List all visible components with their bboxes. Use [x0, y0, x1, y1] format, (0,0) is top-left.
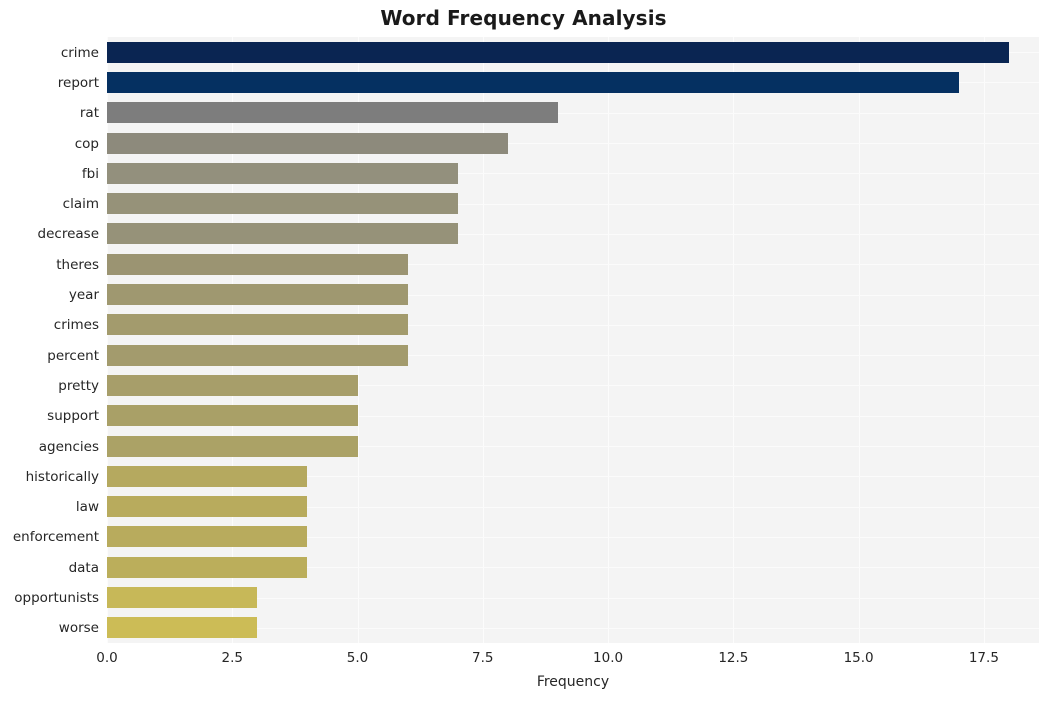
y-tick-label: agencies [38, 438, 99, 455]
bar [107, 133, 508, 154]
bar [107, 405, 358, 426]
x-gridline [357, 37, 359, 643]
y-tick-label: theres [56, 256, 99, 273]
x-gridline [482, 37, 484, 643]
x-tick-label: 17.5 [968, 650, 999, 666]
y-tick-label: worse [58, 619, 99, 636]
y-tick-label: pretty [58, 377, 99, 394]
y-tick-label: claim [62, 195, 99, 212]
bar [107, 557, 308, 578]
x-gridline [983, 37, 985, 643]
bar [107, 526, 308, 547]
x-tick-label: 7.5 [472, 650, 494, 666]
y-tick-label: year [68, 286, 99, 303]
bar [107, 254, 408, 275]
plot-area [107, 37, 1039, 643]
x-tick-label: 15.0 [843, 650, 874, 666]
y-tick-label: crime [60, 44, 99, 61]
bar [107, 466, 308, 487]
bar [107, 72, 959, 93]
y-tick-label: report [57, 74, 99, 91]
x-tick-label: 5.0 [346, 650, 369, 666]
x-tick-label: 0.0 [96, 650, 118, 666]
bar [107, 102, 558, 123]
bar [107, 314, 408, 335]
page-title: Word Frequency Analysis [380, 6, 667, 30]
x-gridline [232, 37, 234, 643]
y-tick-label: percent [47, 347, 99, 364]
y-tick-label: opportunists [14, 589, 99, 606]
bar [107, 284, 408, 305]
y-tick-label: fbi [81, 165, 99, 182]
bar [107, 617, 258, 638]
y-tick-label: law [75, 498, 99, 515]
bar [107, 223, 458, 244]
x-axis-label: Frequency [536, 674, 610, 690]
y-tick-label: historically [25, 468, 99, 485]
bar [107, 496, 308, 517]
x-axis: 0.0 2.5 5.0 7.5 10.0 12.5 15.0 17.5 [96, 643, 1039, 673]
x-gridline [858, 37, 860, 643]
bar [107, 193, 458, 214]
bar [107, 587, 258, 608]
x-gridline [608, 37, 610, 643]
y-axis: crime report rat cop fbi claim decrease theres y… [0, 37, 99, 643]
x-tick-label: 10.0 [593, 650, 624, 666]
bar [107, 345, 408, 366]
y-tick-label: decrease [37, 225, 99, 242]
y-tick-label: support [47, 407, 99, 424]
x-gridline [107, 37, 108, 643]
bar [107, 42, 1009, 63]
bar [107, 375, 358, 396]
bar [107, 163, 458, 184]
x-tick-label: 2.5 [221, 650, 244, 666]
word-frequency-chart: Word Frequency Analysis crime report rat co… [0, 0, 1047, 701]
y-tick-label: cop [74, 135, 99, 152]
bar [107, 436, 358, 457]
y-tick-label: crimes [53, 316, 99, 333]
y-tick-label: enforcement [12, 528, 99, 545]
y-tick-label: rat [79, 104, 99, 121]
y-tick-label: data [68, 559, 99, 576]
x-gridline [733, 37, 735, 643]
x-tick-label: 12.5 [718, 650, 749, 666]
